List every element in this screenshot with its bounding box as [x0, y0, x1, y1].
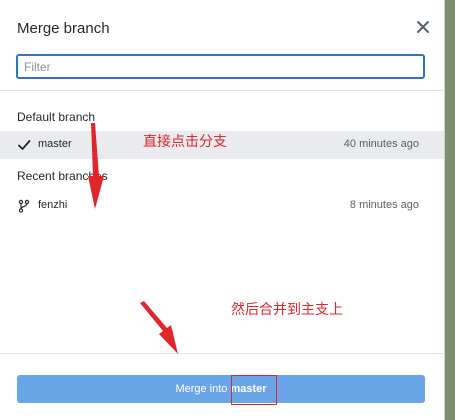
close-icon[interactable] [414, 18, 432, 36]
annotation-note: 直接点击分支 [143, 133, 227, 149]
annotation-arrow [140, 301, 178, 354]
recent-branches-heading: Recent branches [17, 169, 108, 183]
annotation-note: 然后合并到主支上 [231, 301, 343, 317]
dialog-title: Merge branch [17, 20, 110, 37]
branch-time: 8 minutes ago [349, 199, 419, 211]
default-branch-heading: Default branch [17, 110, 96, 124]
branch-name: fenzhi [38, 199, 68, 211]
merge-branch-dialog: Merge branch Default branch master 40 mi… [0, 0, 445, 420]
filter-field-wrapper [16, 54, 425, 79]
divider [0, 353, 445, 354]
check-icon [18, 140, 31, 150]
branch-time: 40 minutes ago [343, 138, 419, 150]
branch-row-fenzhi[interactable]: fenzhi 8 minutes ago [0, 192, 444, 220]
background-window-strip [445, 0, 455, 420]
branch-icon [18, 199, 30, 213]
filter-input[interactable] [18, 56, 423, 77]
merge-button-prefix: Merge into [175, 383, 231, 395]
annotation-highlight-box [231, 375, 277, 405]
merge-into-button[interactable]: Merge into master [17, 375, 425, 403]
divider [0, 90, 445, 91]
branch-name: master [38, 138, 72, 150]
